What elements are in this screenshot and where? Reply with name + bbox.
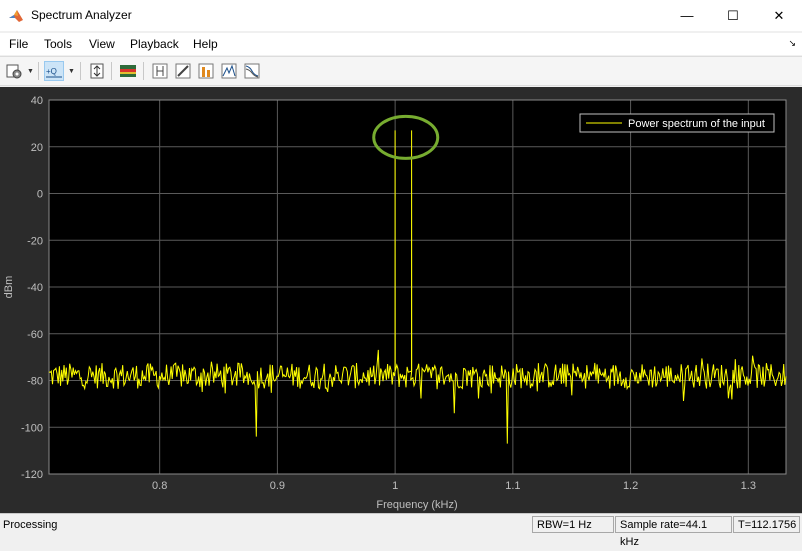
menu-view[interactable]: View [89,37,115,51]
zoom-dropdown-icon[interactable]: ▼ [68,68,75,75]
y-tick-label: -20 [27,235,43,247]
legend[interactable]: Power spectrum of the input [579,113,775,133]
y-tick-label: -40 [27,282,43,294]
y-tick-label: -100 [21,422,43,434]
settings-dropdown-icon[interactable]: ▼ [27,68,34,75]
x-tick-label: 0.9 [270,480,285,492]
toolbar-separator [80,62,81,80]
time-readout: T=112.1756 [733,516,800,533]
spectrogram-icon[interactable] [118,61,138,81]
x-tick-label: 0.8 [152,480,167,492]
x-tick-label: 1.3 [741,480,756,492]
svg-text:+Q: +Q [46,67,57,76]
menu-playback[interactable]: Playback [130,37,179,51]
toolbar-separator [143,62,144,80]
matlab-app-icon [9,10,23,22]
undock-arrow-icon[interactable]: ↘ [788,38,796,49]
minimize-icon: — [680,8,694,23]
minimize-button[interactable]: — [664,0,710,31]
y-tick-label: -120 [21,469,43,481]
close-icon: ✕ [773,7,785,23]
y-tick-label: 20 [31,142,43,154]
scale-axes-icon[interactable] [87,61,107,81]
window-title: Spectrum Analyzer [31,8,132,22]
y-tick-label: 0 [37,189,43,201]
sample-rate-readout: Sample rate=44.1 kHz [615,516,732,548]
y-tick-label: -80 [27,376,43,388]
maximize-icon: ☐ [727,7,739,23]
status-text: Processing [3,519,58,531]
x-tick-label: 1 [392,480,398,492]
status-bar: Processing RBW=1 Hz Sample rate=44.1 kHz… [0,513,802,548]
menu-bar: File Tools View Playback Help [0,33,802,55]
spectrum-plot[interactable]: 40 20 0 -20 -40 -60 -80 -100 -120 0.8 0.9 1 1.1 1.2 1.… [0,87,802,513]
y-tick-label: 40 [31,95,43,107]
legend-label: Power spectrum of the input [628,118,765,130]
y-axis-label: dBm [3,276,15,299]
close-button[interactable]: ✕ [756,0,802,31]
x-tick-label: 1.1 [505,480,520,492]
title-bar: Spectrum Analyzer — ☐ ✕ [0,0,802,31]
y-tick-label: -60 [27,329,43,341]
zoom-icon[interactable]: +Q [44,61,64,81]
peak-finder-icon[interactable] [219,61,239,81]
ccdf-icon[interactable] [242,61,262,81]
x-axis-label: Frequency (kHz) [376,499,457,511]
maximize-button[interactable]: ☐ [710,0,756,31]
toolbar-separator [111,62,112,80]
toolbar: ▼ +Q ▼ [0,56,802,86]
menu-file[interactable]: File [9,37,28,51]
toolbar-separator [38,62,39,80]
channel-measurements-icon[interactable] [173,61,193,81]
menu-help[interactable]: Help [193,37,218,51]
rbw-readout: RBW=1 Hz [532,516,614,533]
scope-panel: 40 20 0 -20 -40 -60 -80 -100 -120 0.8 0.9 1 1.1 1.2 1.… [0,87,802,513]
menu-tools[interactable]: Tools [44,37,72,51]
cursor-measurements-icon[interactable] [150,61,170,81]
settings-icon[interactable] [4,61,24,81]
distortion-icon[interactable] [196,61,216,81]
x-tick-label: 1.2 [623,480,638,492]
